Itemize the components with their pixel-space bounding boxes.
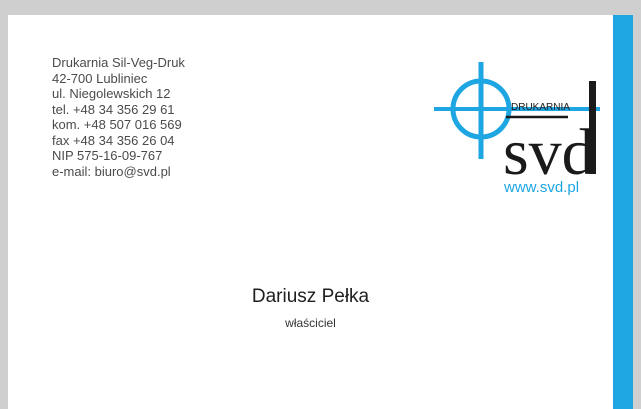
mobile: kom. +48 507 016 569 xyxy=(52,117,182,132)
website-text: www.svd.pl xyxy=(503,179,579,195)
street-address: ul. Niegolewskich 12 xyxy=(52,86,171,101)
business-card: Drukarnia Sil-Veg-Druk 42-700 Lubliniec … xyxy=(8,15,633,409)
email: e-mail: biuro@svd.pl xyxy=(52,163,171,179)
accent-stripe xyxy=(613,15,633,409)
fax: fax +48 34 356 26 04 xyxy=(52,132,175,148)
person-role: właściciel xyxy=(285,316,336,330)
company-name: Drukarnia Sil-Veg-Druk xyxy=(52,55,185,70)
postal-city: 42-700 Lubliniec xyxy=(52,70,148,86)
person-name: Dariusz Pełka xyxy=(251,286,370,307)
svd-logo: DRUKARNIA svd www.svd.pl xyxy=(430,59,606,195)
contact-block: Drukarnia Sil-Veg-Druk 42-700 Lubliniec … xyxy=(52,55,185,179)
brand-small-text: DRUKARNIA xyxy=(511,102,570,113)
tax-id: NIP 575-16-09-767 xyxy=(52,148,163,163)
phone: tel. +48 34 356 29 61 xyxy=(52,101,175,117)
crosshair-logo-icon: DRUKARNIA svd www.svd.pl xyxy=(434,62,600,195)
